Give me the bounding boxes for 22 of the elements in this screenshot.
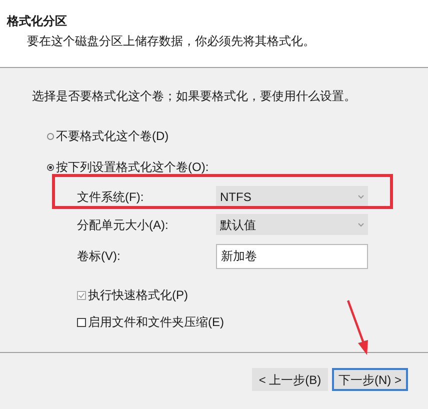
- field-label: 卷标(V):: [77, 248, 122, 264]
- chevron-icon: [358, 222, 364, 226]
- instruction-text: 选择是否要格式化这个卷；如果要格式化，要使用什么设置。: [31, 88, 357, 105]
- dropdown[interactable]: NTFS: [216, 186, 368, 207]
- field-label: 分配单元大小(A):: [77, 216, 170, 234]
- text-field[interactable]: 新加卷: [216, 244, 368, 269]
- field-label: 文件系统(F):: [77, 188, 145, 206]
- checkbox-label[interactable]: 执行快速格式化(P): [88, 286, 188, 304]
- chevron-icon: [358, 194, 364, 198]
- checkbox-label[interactable]: 启用文件和文件夹压缩(E): [88, 313, 224, 331]
- radio-label[interactable]: 按下列设置格式化这个卷(O):: [56, 158, 209, 176]
- dropdown[interactable]: 默认值: [216, 214, 368, 235]
- arrow-annotation: [345, 300, 371, 356]
- checkbox[interactable]: [77, 318, 86, 326]
- radio-label[interactable]: 不要格式化这个卷(D): [56, 127, 169, 145]
- page-title: 格式化分区: [6, 13, 68, 30]
- page-subtitle: 要在这个磁盘分区上储存数据，你必须先将其格式化。: [26, 33, 316, 50]
- wizard-button[interactable]: < 上一步(B): [252, 368, 328, 391]
- radio-button[interactable]: [47, 164, 54, 170]
- radio-button[interactable]: [47, 132, 54, 140]
- checkbox[interactable]: [77, 290, 86, 300]
- wizard-button[interactable]: 下一步(N) >: [332, 368, 408, 391]
